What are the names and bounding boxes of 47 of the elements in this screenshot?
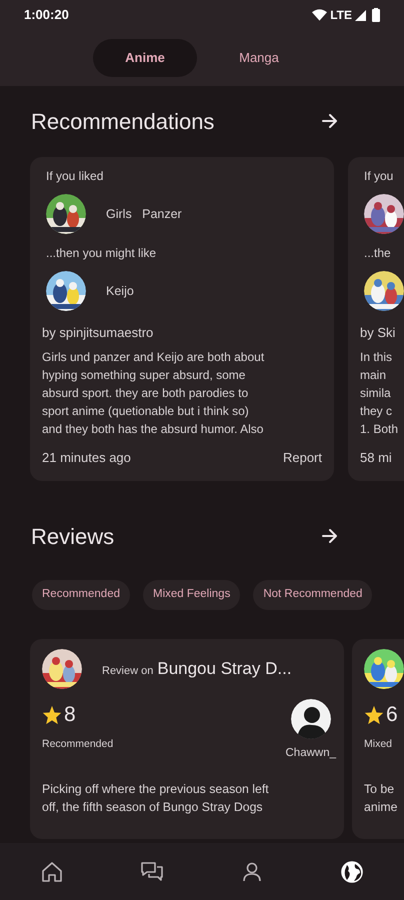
section-title: Reviews [31, 522, 114, 550]
timestamp: 58 mi [360, 448, 392, 466]
liked-label: If you liked [46, 168, 104, 185]
filter-chip[interactable]: Recommended [32, 580, 130, 610]
star-icon [42, 704, 62, 725]
arrow-right-icon[interactable] [320, 526, 340, 546]
review-verdict: Recommended [42, 736, 114, 752]
globe-icon[interactable] [340, 860, 364, 884]
home-icon[interactable] [40, 860, 64, 884]
review-card[interactable]: Review on Bungou Stray D... 8 Recommended Chawwn_ Picking off where the previous season left off, the fifth season of Bungo Stray Dogs [30, 639, 344, 839]
wifi-icon [312, 9, 328, 21]
tab[interactable]: Anime [93, 39, 197, 77]
review-score: 8 [64, 702, 76, 728]
filter-chip[interactable]: Mixed Feelings [142, 580, 240, 610]
report-link[interactable]: Report [282, 448, 322, 467]
review-on-label: Review on [102, 664, 154, 680]
author-name: by Ski [360, 324, 396, 342]
tab[interactable]: Manga [207, 39, 311, 77]
timestamp: 21 minutes ago [42, 448, 131, 467]
description-text: In this main simila they c 1. Both [360, 348, 400, 438]
username[interactable]: Chawwn_ [286, 745, 336, 762]
person-icon[interactable] [240, 860, 264, 884]
user-avatar[interactable] [290, 699, 331, 739]
review-score: 6 [386, 702, 398, 728]
description-text: Picking off where the previous season left off, the fifth season of Bungo Stray Dogs [42, 781, 270, 816]
network-label: LTE [330, 7, 352, 24]
review-card[interactable]: 6 Mixed To be anime [352, 639, 404, 839]
signal-icon [355, 10, 366, 20]
anime-title[interactable]: Bungou Stray D... [157, 656, 292, 682]
description-text: To be anime [364, 781, 398, 816]
anime-title[interactable]: Keijo [106, 282, 134, 300]
anime-title[interactable]: Girls Panzer [106, 204, 182, 224]
liked-label: If you [364, 168, 394, 185]
then-label: ...the [364, 245, 392, 262]
arrow-right-icon[interactable] [320, 111, 340, 131]
chat-bubbles-icon[interactable] [140, 860, 164, 884]
section-title: Recommendations [31, 108, 214, 136]
recommendation-card[interactable]: If you ...the by Ski In this main simila they c 1. Both 58 mi [348, 157, 404, 481]
recommendation-card[interactable] [30, 157, 334, 481]
author-name: by spinjitsumaestro [42, 324, 154, 342]
battery-icon [372, 8, 380, 22]
star-icon [364, 704, 384, 725]
status-time: 1:00:20 [24, 6, 69, 24]
review-verdict: Mixed [364, 736, 394, 752]
filter-chip[interactable]: Not Recommended [253, 580, 372, 610]
description-text: Girls und panzer and Keijo are both about hyping something super absurd, some absurd sport. they are both parodies to sport anime (quetionable but i think so) and they both has the absurd humor. Also [42, 348, 266, 438]
then-label: ...then you might like [46, 245, 158, 262]
